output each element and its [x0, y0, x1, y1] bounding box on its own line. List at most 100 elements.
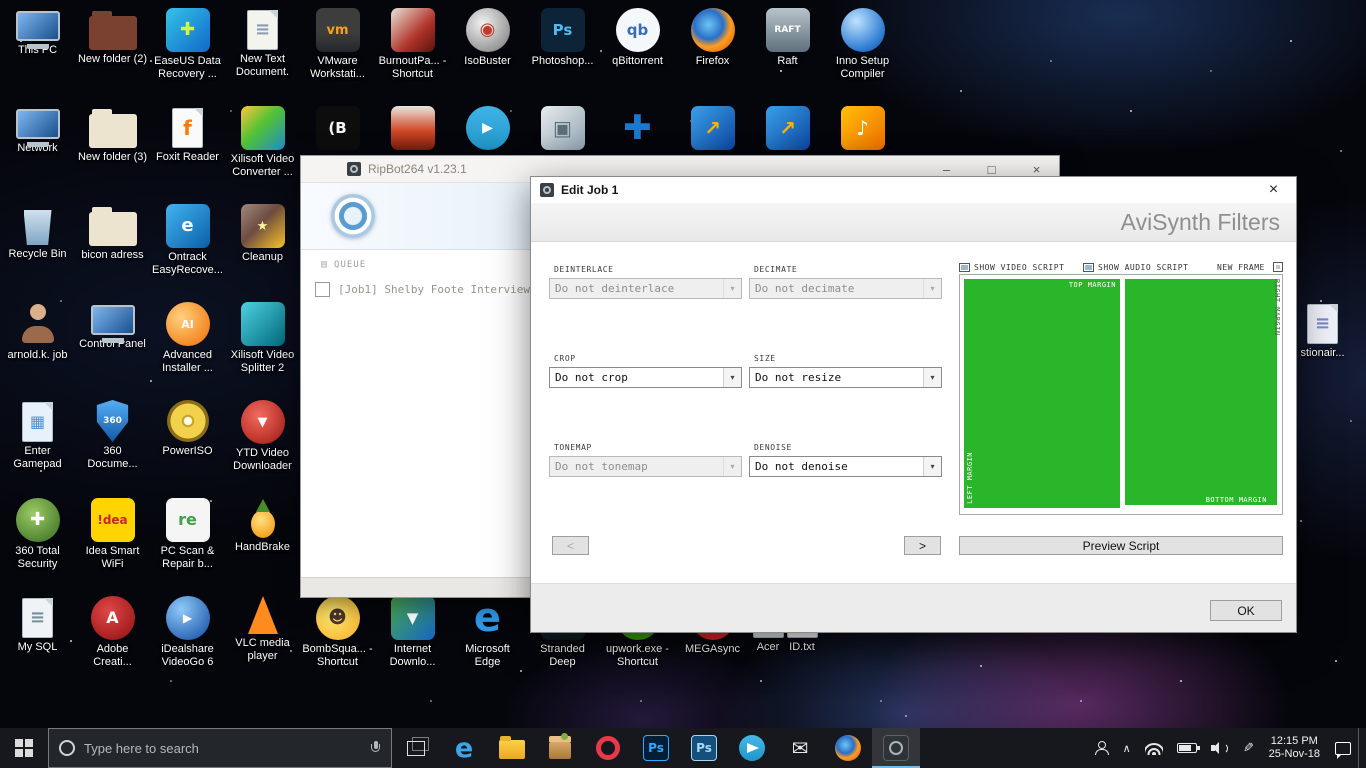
preview-frame-left[interactable]: TOP MARGIN LEFT MARGIN [964, 279, 1120, 508]
preview-script-button[interactable]: Preview Script [959, 536, 1283, 555]
next-filter-button[interactable]: > [904, 536, 941, 555]
recycle-bin[interactable]: Recycle Bin [0, 200, 75, 261]
qbittorrent[interactable]: qb qBittorrent [600, 4, 675, 68]
new-folder-2[interactable]: New folder (2) [75, 4, 150, 66]
ytd-video-downloader[interactable]: ▼ YTD Video Downloader [225, 396, 300, 473]
stock-chart-app[interactable]: ↗ [675, 102, 750, 150]
blue-plus-app[interactable]: ✚ [600, 102, 675, 150]
xilisoft-video-splitter[interactable]: Xilisoft Video Splitter 2 [225, 298, 300, 375]
tray-clock[interactable]: 12:15 PM 25-Nov-18 [1261, 735, 1328, 761]
dialog-title: Edit Job 1 [561, 183, 619, 197]
taskbar-telegram[interactable] [728, 728, 776, 768]
deinterlace-select[interactable]: Do not deinterlace ▾ [549, 278, 742, 299]
internet-download-manager[interactable]: ▼ Internet Downlo... [375, 592, 450, 669]
new-frame-box-icon[interactable] [1273, 262, 1283, 272]
taskbar-photoshop[interactable]: Ps [632, 728, 680, 768]
taskbar-microsoft-edge[interactable]: e [440, 728, 488, 768]
taskbar-photoshop-2[interactable]: Ps [680, 728, 728, 768]
photoshop[interactable]: Ps Photoshop... [525, 4, 600, 68]
handbrake-icon [250, 510, 275, 538]
denoise-select[interactable]: Do not denoise ▾ [749, 456, 942, 477]
dialog-close-button[interactable]: × [1251, 177, 1296, 203]
folders-stack[interactable]: ▣ [525, 102, 600, 150]
cb-app-icon: (B [315, 106, 360, 150]
cleanup[interactable]: ★ Cleanup [225, 200, 300, 264]
poweriso[interactable]: PowerISO [150, 396, 225, 458]
desktop-icon-label: New Text Document. [235, 53, 290, 78]
show-audio-script-toggle[interactable]: SHOW AUDIO SCRIPT [1083, 263, 1188, 272]
queue-label: QUEUE [334, 259, 367, 270]
edit-job-dialog: Edit Job 1 × AviSynth Filters DEINTERLAC… [530, 176, 1297, 633]
handbrake[interactable]: HandBrake [225, 494, 300, 554]
taskbar-firefox[interactable] [824, 728, 872, 768]
my-sql[interactable]: ≡ My SQL [0, 592, 75, 654]
cb-app[interactable]: (B [300, 102, 375, 150]
tray-overflow-button[interactable]: ∧ [1116, 728, 1138, 768]
ok-button[interactable]: OK [1210, 600, 1282, 621]
idea-smart-wifi[interactable]: !dea Idea Smart WiFi [75, 494, 150, 571]
xilisoft-video-converter[interactable]: Xilisoft Video Converter ... [225, 102, 300, 179]
idealshare-videogo[interactable]: ▶ iDealshare VideoGo 6 [150, 592, 225, 669]
this-pc[interactable]: This PC [0, 4, 75, 57]
taskbar-file-explorer[interactable] [488, 728, 536, 768]
crop-select[interactable]: Do not crop ▾ [549, 367, 742, 388]
arnold-k-job-icon [16, 302, 60, 346]
advanced-installer[interactable]: AI Advanced Installer ... [150, 298, 225, 375]
size-select[interactable]: Do not resize ▾ [749, 367, 942, 388]
tonemap-select[interactable]: Do not tonemap ▾ [549, 456, 742, 477]
show-video-script-toggle[interactable]: SHOW VIDEO SCRIPT [959, 263, 1064, 272]
firefox[interactable]: Firefox [675, 4, 750, 68]
music-app[interactable]: ♪ [825, 102, 900, 150]
360-document-protector[interactable]: 360 360 Docume... [75, 396, 150, 471]
video-preview-area[interactable]: TOP MARGIN LEFT MARGIN BOTTOM MARGIN RIG… [959, 274, 1283, 515]
360-total-security[interactable]: ✚ 360 Total Security [0, 494, 75, 571]
new-text-document[interactable]: ≡ New Text Document. [225, 4, 300, 79]
adobe-creative[interactable]: A Adobe Creati... [75, 592, 150, 669]
dialog-titlebar[interactable]: Edit Job 1 × [531, 177, 1296, 203]
microsoft-edge-shortcut[interactable]: e Microsoft Edge [450, 592, 525, 669]
start-button[interactable] [0, 728, 48, 768]
pen-button[interactable]: ✎ [1236, 728, 1261, 768]
taskbar-opera[interactable] [584, 728, 632, 768]
preview-frame-right[interactable]: BOTTOM MARGIN [1125, 279, 1277, 505]
foxit-reader[interactable]: f Foxit Reader [150, 102, 225, 164]
taskbar-search[interactable]: Type here to search [48, 728, 392, 768]
volume-button[interactable] [1204, 728, 1236, 768]
new-frame-control[interactable]: NEW FRAME [1217, 263, 1265, 272]
bicon-adress[interactable]: bicon adress [75, 200, 150, 262]
network[interactable]: Network [0, 102, 75, 155]
vlc-media-player[interactable]: VLC media player [225, 592, 300, 663]
taskbar-package-app[interactable] [536, 728, 584, 768]
isobuster[interactable]: ◉ IsoBuster [450, 4, 525, 68]
task-view-button[interactable] [392, 728, 440, 768]
vmware-workstation[interactable]: vm VMware Workstati... [300, 4, 375, 81]
battery-button[interactable] [1170, 728, 1204, 768]
adobe-creative-icon: A [90, 596, 135, 640]
burnout-paradise[interactable]: BurnoutPa... - Shortcut [375, 4, 450, 81]
ontrack-easyrecovery[interactable]: e Ontrack EasyRecove... [150, 200, 225, 277]
easeus-data-recovery[interactable]: ✚ EaseUS Data Recovery ... [150, 4, 225, 81]
enter-gamepad[interactable]: ▦ Enter Gamepad [0, 396, 75, 471]
inno-setup-compiler[interactable]: Inno Setup Compiler [825, 4, 900, 81]
control-panel[interactable]: Control Panel [75, 298, 150, 351]
previous-filter-button[interactable]: < [552, 536, 589, 555]
taskbar-ripbot264[interactable] [872, 728, 920, 768]
bombsquad[interactable]: ☻ BombSqua... - Shortcut [300, 592, 375, 669]
stock-chart-app-2[interactable]: ↗ [750, 102, 825, 150]
telegram-desktop[interactable]: ▶ [450, 102, 525, 150]
action-center-button[interactable] [1328, 728, 1358, 768]
raft[interactable]: RAFT Raft [750, 4, 825, 68]
pc-scan-repair[interactable]: re PC Scan & Repair b... [150, 494, 225, 571]
jetski-game[interactable] [375, 102, 450, 150]
decimate-select[interactable]: Do not decimate ▾ [749, 278, 942, 299]
show-desktop-button[interactable] [1358, 728, 1364, 768]
arnold-k-job[interactable]: arnold.k. job [0, 298, 75, 362]
vmware-workstation-icon: vm [315, 8, 360, 52]
people-button[interactable] [1088, 728, 1116, 768]
cb-app-glyph: (B [328, 118, 347, 137]
network-button[interactable] [1138, 728, 1170, 768]
job-checkbox[interactable] [315, 282, 330, 297]
taskbar-mail[interactable]: ✉ [776, 728, 824, 768]
microphone-icon[interactable] [371, 741, 381, 755]
new-folder-3[interactable]: New folder (3) [75, 102, 150, 164]
